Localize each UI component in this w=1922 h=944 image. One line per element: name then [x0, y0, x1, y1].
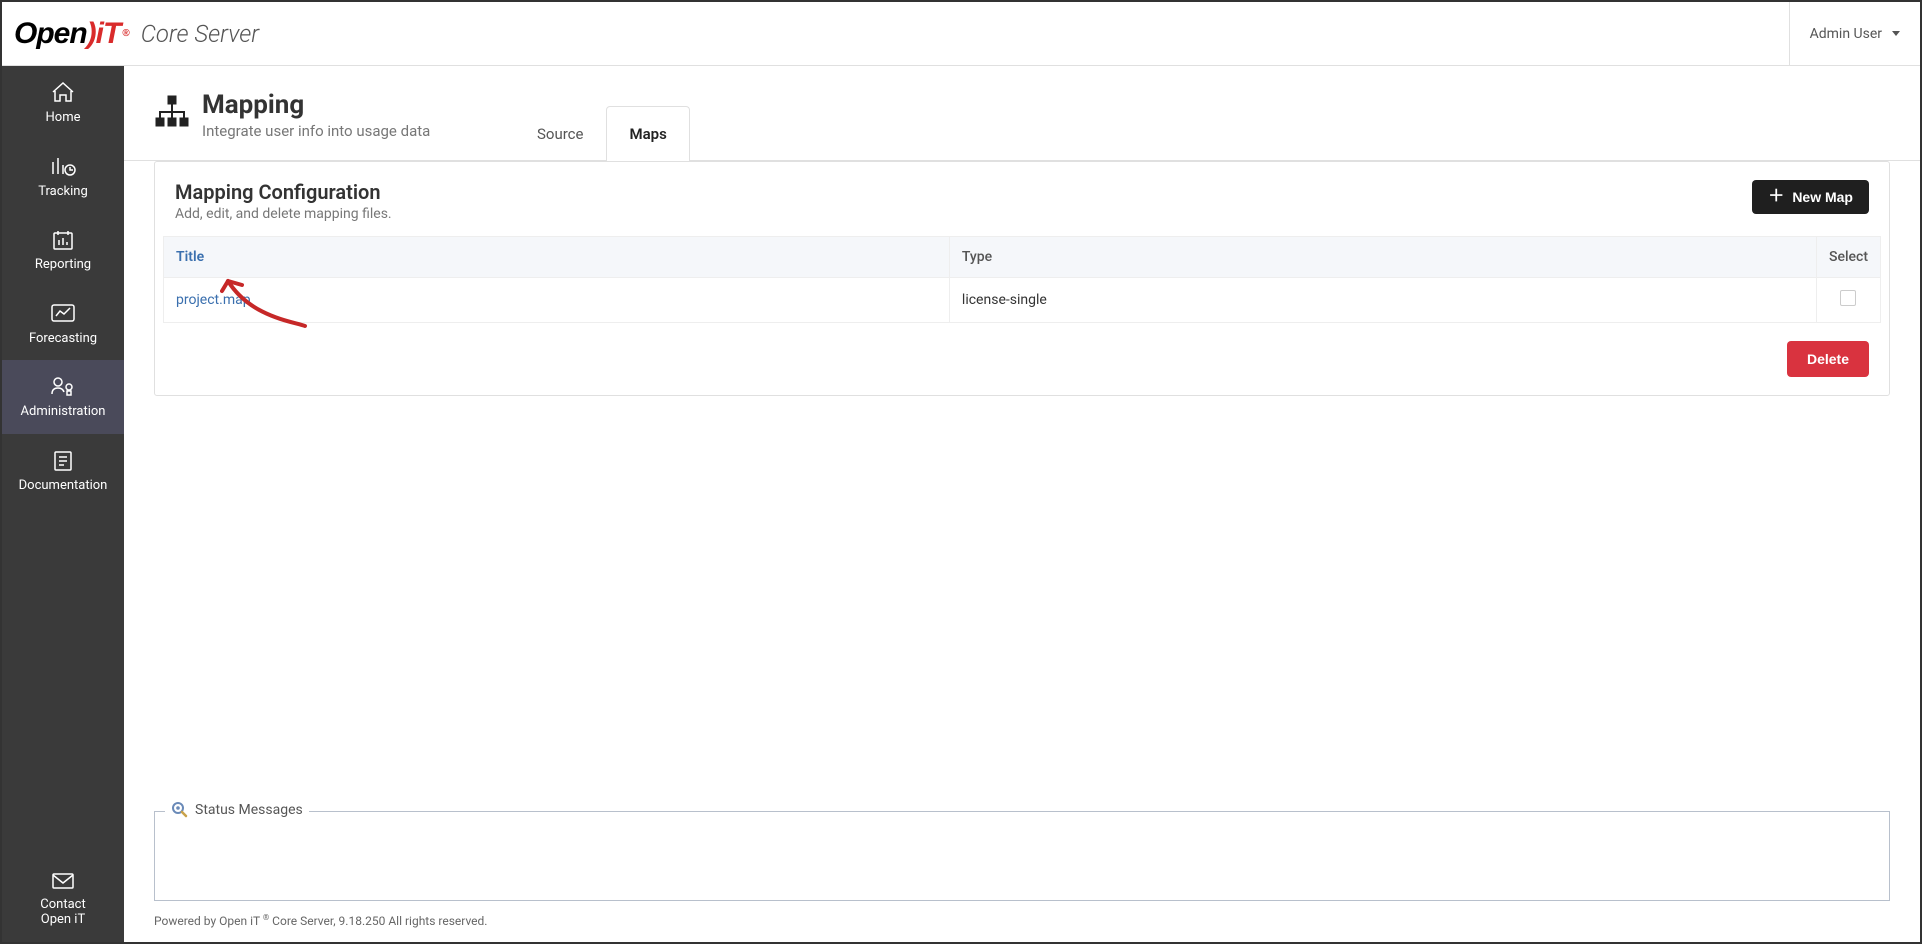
- footer-text: Powered by Open iT ® Core Server, 9.18.2…: [154, 907, 1890, 932]
- forecasting-icon: [49, 301, 77, 325]
- page-subtitle: Integrate user info into usage data: [202, 122, 430, 140]
- logo-area: Open)iT® Core Server: [14, 17, 259, 51]
- sidebar: Home Tracking Reporting Forecasting Admi…: [2, 66, 124, 942]
- row-type: license-single: [949, 278, 1816, 323]
- tabs: Source Maps: [514, 105, 690, 160]
- row-title-link[interactable]: project.map: [164, 278, 950, 323]
- tab-source[interactable]: Source: [514, 106, 606, 161]
- status-legend-text: Status Messages: [195, 802, 303, 818]
- sidebar-item-label: Forecasting: [29, 331, 97, 347]
- card-header: Mapping Configuration Add, edit, and del…: [155, 162, 1889, 236]
- chevron-down-icon: [1892, 31, 1900, 36]
- page-header: Mapping Integrate user info into usage d…: [124, 66, 1920, 161]
- delete-button[interactable]: Delete: [1787, 341, 1869, 377]
- sidebar-item-contact[interactable]: ContactOpen iT: [2, 857, 124, 942]
- main: Mapping Integrate user info into usage d…: [124, 66, 1920, 942]
- documentation-icon: [49, 448, 77, 472]
- sidebar-item-label: Tracking: [38, 184, 88, 200]
- sidebar-item-label: Reporting: [35, 257, 91, 273]
- row-checkbox[interactable]: [1840, 290, 1856, 306]
- page-title: Mapping: [202, 90, 430, 120]
- sidebar-item-reporting[interactable]: Reporting: [2, 213, 124, 287]
- sidebar-item-label: Documentation: [19, 478, 108, 494]
- card-title: Mapping Configuration: [175, 180, 392, 204]
- status-messages-box: Status Messages: [154, 811, 1890, 901]
- tracking-icon: [49, 154, 77, 178]
- sidebar-item-forecasting[interactable]: Forecasting: [2, 287, 124, 361]
- user-name: Admin User: [1810, 26, 1882, 42]
- administration-icon: [49, 374, 77, 398]
- logo: Open)iT®: [14, 17, 129, 51]
- logo-open: Open: [14, 17, 87, 51]
- sidebar-item-label: ContactOpen iT: [40, 897, 85, 928]
- table-row: project.map license-single: [164, 278, 1881, 323]
- col-title[interactable]: Title: [164, 237, 950, 278]
- col-select: Select: [1816, 237, 1880, 278]
- logo-reg: ®: [122, 28, 128, 39]
- sidebar-item-tracking[interactable]: Tracking: [2, 140, 124, 214]
- logo-it: iT: [96, 17, 121, 51]
- new-map-button[interactable]: ＋ New Map: [1752, 180, 1869, 214]
- tab-maps[interactable]: Maps: [606, 106, 689, 161]
- sidebar-item-administration[interactable]: Administration: [2, 360, 124, 434]
- user-menu[interactable]: Admin User: [1789, 2, 1920, 65]
- sidebar-item-home[interactable]: Home: [2, 66, 124, 140]
- envelope-icon: [49, 871, 77, 891]
- mapping-table: Title Type Select project.map license-si…: [163, 236, 1881, 323]
- mapping-icon: [154, 94, 190, 132]
- plus-icon: ＋: [1768, 189, 1784, 205]
- sidebar-item-documentation[interactable]: Documentation: [2, 434, 124, 508]
- reporting-icon: [49, 227, 77, 251]
- col-type[interactable]: Type: [949, 237, 1816, 278]
- product-name: Core Server: [141, 20, 259, 48]
- home-icon: [49, 80, 77, 104]
- mapping-config-card: Mapping Configuration Add, edit, and del…: [154, 161, 1890, 396]
- card-subtitle: Add, edit, and delete mapping files.: [175, 206, 392, 222]
- card-footer: Delete: [155, 323, 1889, 395]
- new-map-label: New Map: [1792, 189, 1853, 205]
- sidebar-item-label: Home: [46, 110, 81, 126]
- sidebar-item-label: Administration: [21, 404, 106, 420]
- gear-search-icon: [171, 801, 189, 819]
- page-title-block: Mapping Integrate user info into usage d…: [154, 90, 454, 160]
- top-header: Open)iT® Core Server Admin User: [2, 2, 1920, 66]
- status-messages-legend: Status Messages: [165, 801, 309, 819]
- logo-paren: ): [87, 17, 96, 51]
